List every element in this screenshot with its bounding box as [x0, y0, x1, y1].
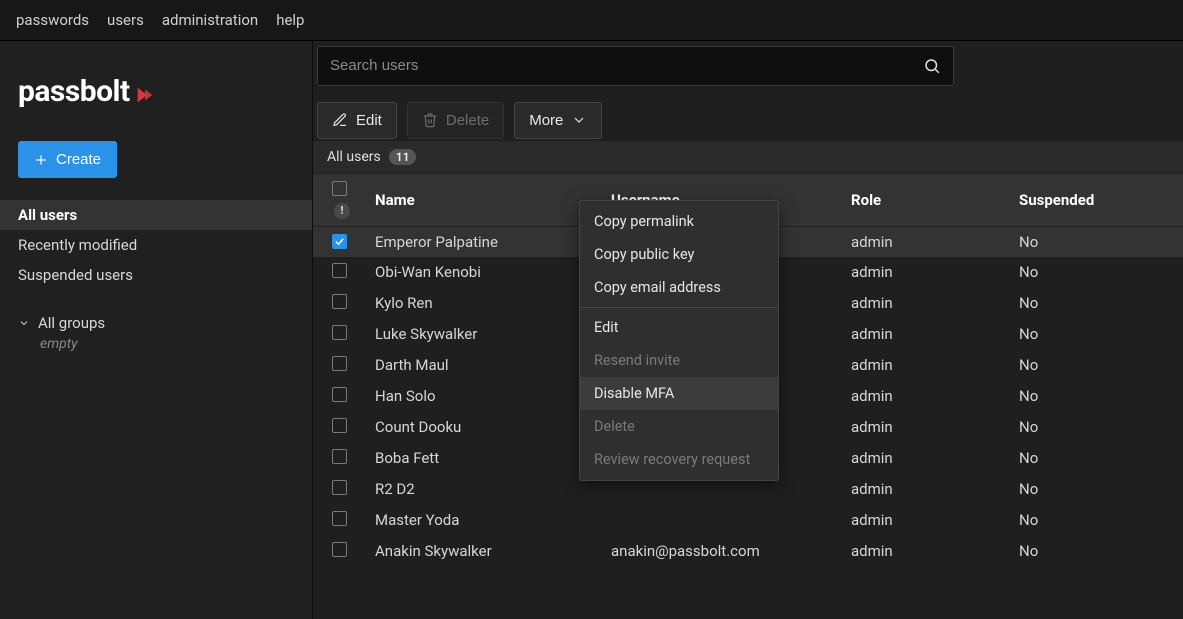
cell-role: admin [841, 505, 1009, 536]
col-name[interactable]: Name [365, 174, 601, 227]
cell-suspended: No [1009, 319, 1183, 350]
sidebar-item-recently-modified[interactable]: Recently modified [0, 230, 312, 260]
groups-empty: empty [18, 336, 294, 352]
row-checkbox[interactable] [332, 356, 347, 371]
groups-toggle[interactable]: All groups [18, 314, 294, 332]
col-role[interactable]: Role [841, 174, 1009, 227]
more-label: More [529, 112, 563, 129]
more-button[interactable]: More [514, 102, 602, 139]
menu-item-review-recovery-request: Review recovery request [580, 443, 778, 476]
menu-item-copy-public-key[interactable]: Copy public key [580, 238, 778, 271]
cell-username [601, 505, 841, 536]
nav-help[interactable]: help [276, 11, 304, 29]
col-suspended[interactable]: Suspended [1009, 174, 1183, 227]
menu-item-disable-mfa[interactable]: Disable MFA [580, 377, 778, 410]
toolbar: Edit Delete More [313, 41, 1183, 141]
nav-users[interactable]: users [107, 11, 144, 29]
cell-name: Luke Skywalker [365, 319, 601, 350]
delete-label: Delete [446, 112, 489, 129]
cell-role: admin [841, 257, 1009, 288]
chevron-down-icon [18, 317, 30, 329]
edit-icon [332, 112, 348, 128]
cell-name: Han Solo [365, 381, 601, 412]
trash-icon [422, 112, 438, 128]
cell-suspended: No [1009, 257, 1183, 288]
row-checkbox[interactable] [332, 294, 347, 309]
logo: passbolt [0, 41, 312, 141]
cell-role: admin [841, 226, 1009, 257]
search-box[interactable] [317, 46, 954, 86]
delete-button: Delete [407, 102, 504, 139]
count-badge: 11 [389, 149, 417, 165]
context-menu: Copy permalinkCopy public keyCopy email … [579, 200, 779, 481]
cell-role: admin [841, 443, 1009, 474]
cell-suspended: No [1009, 474, 1183, 505]
create-label: Create [56, 151, 101, 168]
breadcrumb-label: All users [327, 149, 381, 165]
row-checkbox[interactable] [332, 511, 347, 526]
warning-icon: ! [334, 203, 350, 219]
cell-name: Boba Fett [365, 443, 601, 474]
cell-role: admin [841, 381, 1009, 412]
select-all-checkbox[interactable] [332, 181, 347, 196]
cell-suspended: No [1009, 505, 1183, 536]
row-checkbox[interactable] [332, 480, 347, 495]
cell-name: Count Dooku [365, 412, 601, 443]
menu-item-delete: Delete [580, 410, 778, 443]
cell-name: Kylo Ren [365, 288, 601, 319]
edit-label: Edit [356, 112, 382, 129]
row-checkbox[interactable] [332, 263, 347, 278]
table-row[interactable]: Master Yoda adminNo [313, 505, 1183, 536]
cell-name: Master Yoda [365, 505, 601, 536]
row-checkbox[interactable] [332, 387, 347, 402]
menu-item-copy-permalink[interactable]: Copy permalink [580, 205, 778, 238]
cell-role: admin [841, 536, 1009, 567]
sidebar: passbolt Create All usersRecently modifi… [0, 41, 313, 619]
cell-name: Anakin Skywalker [365, 536, 601, 567]
cell-suspended: No [1009, 350, 1183, 381]
create-button[interactable]: Create [18, 141, 117, 178]
cell-suspended: No [1009, 412, 1183, 443]
cell-role: admin [841, 288, 1009, 319]
cell-name: Emperor Palpatine [365, 226, 601, 257]
groups-label: All groups [38, 314, 105, 332]
cell-suspended: No [1009, 536, 1183, 567]
breadcrumb: All users 11 [313, 141, 1183, 173]
cell-suspended: No [1009, 226, 1183, 257]
chevron-down-icon [571, 112, 587, 128]
cell-role: admin [841, 412, 1009, 443]
cell-name: Darth Maul [365, 350, 601, 381]
cell-username: anakin@passbolt.com [601, 536, 841, 567]
plus-icon [34, 153, 48, 167]
sidebar-item-all-users[interactable]: All users [0, 200, 312, 230]
row-checkbox[interactable] [332, 418, 347, 433]
cell-suspended: No [1009, 443, 1183, 474]
row-checkbox[interactable] [332, 325, 347, 340]
sidebar-item-suspended-users[interactable]: Suspended users [0, 260, 312, 290]
logo-icon [134, 84, 156, 106]
cell-role: admin [841, 474, 1009, 505]
menu-item-resend-invite: Resend invite [580, 344, 778, 377]
row-checkbox[interactable] [332, 234, 347, 249]
row-checkbox[interactable] [332, 542, 347, 557]
edit-button[interactable]: Edit [317, 102, 397, 139]
nav-passwords[interactable]: passwords [16, 11, 89, 29]
sidebar-nav: All usersRecently modifiedSuspended user… [0, 200, 312, 290]
cell-role: admin [841, 350, 1009, 381]
main: Edit Delete More All users 11 [313, 41, 1183, 619]
cell-name: R2 D2 [365, 474, 601, 505]
cell-name: Obi-Wan Kenobi [365, 257, 601, 288]
search-icon[interactable] [923, 57, 941, 75]
logo-text: passbolt [18, 74, 130, 109]
nav-administration[interactable]: administration [162, 11, 258, 29]
menu-item-edit[interactable]: Edit [580, 311, 778, 344]
cell-suspended: No [1009, 381, 1183, 412]
menu-item-copy-email-address[interactable]: Copy email address [580, 271, 778, 304]
search-input[interactable] [330, 57, 923, 74]
row-checkbox[interactable] [332, 449, 347, 464]
cell-suspended: No [1009, 288, 1183, 319]
table-row[interactable]: Anakin Skywalkeranakin@passbolt.comadmin… [313, 536, 1183, 567]
cell-role: admin [841, 319, 1009, 350]
